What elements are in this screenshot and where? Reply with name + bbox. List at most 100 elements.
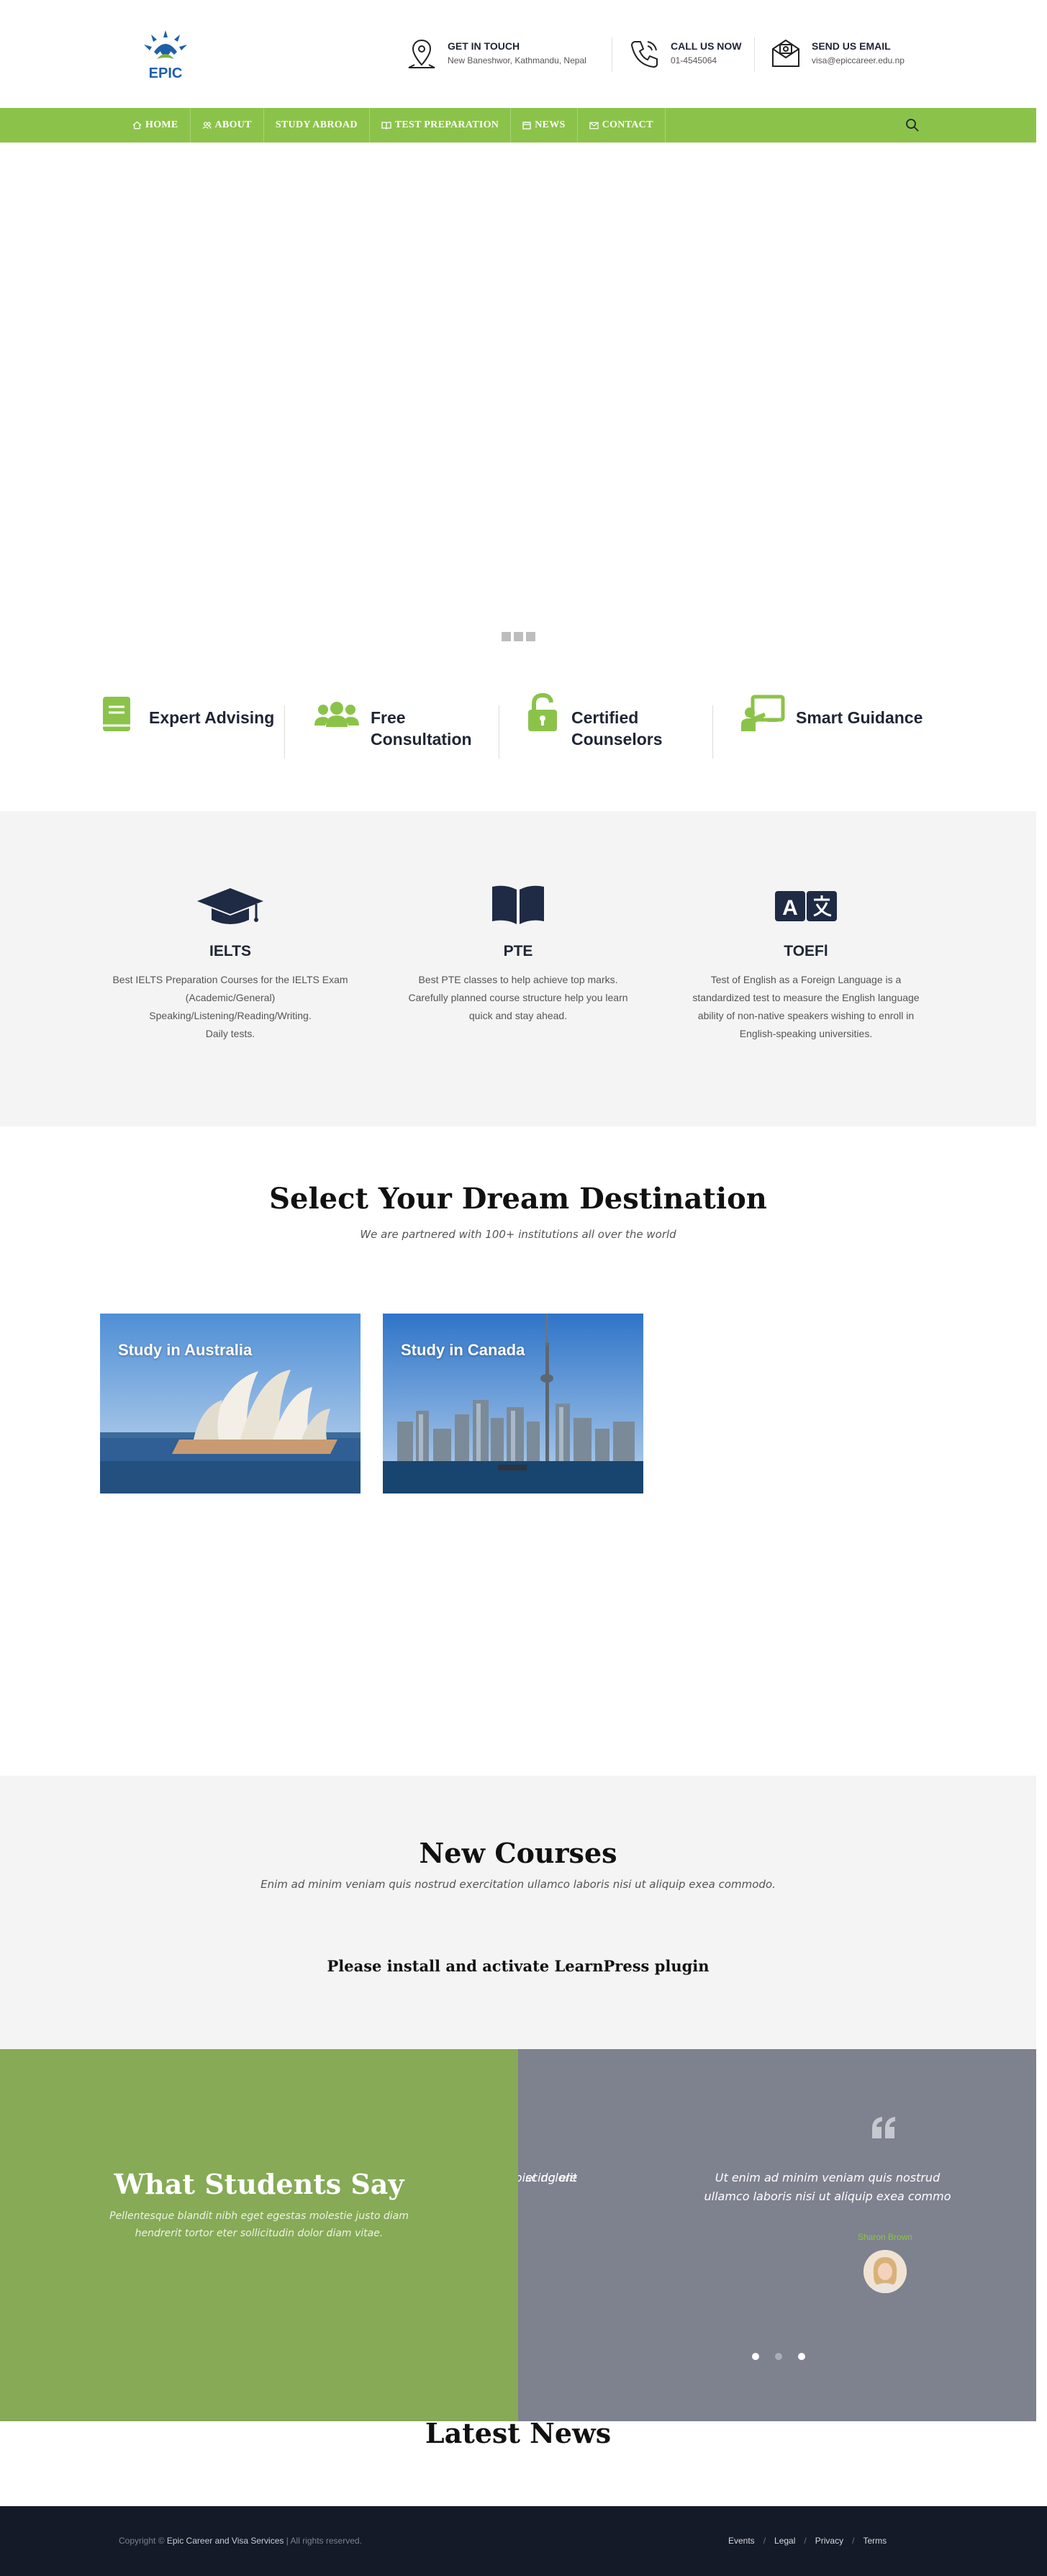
avatar — [864, 2250, 907, 2293]
testimonial-previous-slide: piscing elit et dolore — [518, 2169, 577, 2212]
desc-line: Carefully planned course structure help … — [408, 992, 628, 1003]
desc-line: Speaking/Listening/Reading/Writing. — [149, 1010, 312, 1021]
feature-smart-guidance: Smart Guidance — [740, 691, 923, 734]
main-nav: HOME ABOUT STUDY ABROAD TEST PREPARATION… — [0, 108, 1036, 143]
test-name: IELTS — [209, 943, 251, 959]
desc-line: Test of English as a Foreign Language is… — [710, 974, 902, 985]
logo-text: EPIC — [149, 65, 183, 81]
footer-link-terms[interactable]: Terms — [863, 2536, 887, 2546]
desc-line: Best IELTS Preparation Courses for the I… — [112, 974, 348, 985]
section-title-courses: New Courses — [419, 1837, 617, 1869]
destination-card-australia[interactable]: Study in Australia — [100, 1314, 361, 1493]
separator: / — [763, 2536, 766, 2546]
desc-line: (Academic/General) — [185, 992, 276, 1003]
testimonial-author: Sharon Brown — [857, 2232, 913, 2242]
footer-brand-link[interactable]: Epic Career and Visa Services — [167, 2536, 284, 2546]
nav-item-contact[interactable]: CONTACT — [578, 108, 666, 143]
footer-link-events[interactable]: Events — [728, 2536, 755, 2546]
map-pin-icon — [408, 39, 435, 68]
feature-title: Smart Guidance — [796, 708, 923, 727]
test-preparation-section: IELTS Best IELTS Preparation Courses for… — [0, 811, 1036, 1126]
divider — [284, 705, 285, 759]
feature-expert-advising: Expert Advising — [99, 691, 274, 734]
hero-slider — [0, 143, 1036, 661]
desc-line: English-speaking universities. — [739, 1028, 873, 1039]
quote-icon — [872, 2117, 895, 2138]
graduation-cap-icon — [197, 888, 263, 924]
carousel-dot[interactable] — [798, 2353, 805, 2360]
card-label: Study in Canada — [401, 1341, 525, 1359]
contact-title: GET IN TOUCH — [448, 40, 520, 52]
nav-label: ABOUT — [214, 119, 252, 130]
home-icon — [132, 121, 142, 130]
nav-item-home[interactable]: HOME — [121, 108, 191, 143]
subtitle-line: Pellentesque blandit nibh eget egestas m… — [109, 2210, 409, 2222]
unlock-icon — [528, 692, 557, 731]
divider — [712, 705, 713, 759]
feature-title: Certified Counselors — [571, 708, 663, 749]
search-icon[interactable] — [905, 118, 920, 132]
desc-line: Daily tests. — [205, 1028, 255, 1039]
nav-item-study-abroad[interactable]: STUDY ABROAD — [264, 108, 370, 143]
carousel-dots — [752, 2353, 805, 2360]
test-description: Test of English as a Foreign Language is… — [676, 971, 935, 1043]
nav-label: NEWS — [535, 119, 566, 130]
desc-line: standardized test to measure the English… — [692, 992, 920, 1003]
nav-label: HOME — [145, 119, 178, 130]
feature-title: Free Consultation — [371, 708, 472, 749]
translate-icon: A — [775, 891, 837, 921]
carousel-dot[interactable] — [752, 2353, 759, 2360]
book-open-icon — [381, 122, 391, 130]
site-logo[interactable]: EPIC — [135, 27, 196, 82]
carousel-dot[interactable] — [775, 2353, 782, 2360]
test-name: TOEFl — [784, 943, 828, 959]
contact-value[interactable]: visa@epiccareer.edu.np — [812, 55, 905, 65]
section-subtitle-testimonials: Pellentesque blandit nibh eget egestas m… — [79, 2207, 439, 2242]
footer-link-privacy[interactable]: Privacy — [815, 2536, 843, 2546]
testimonial-carousel[interactable]: piscing elit et dolore Ut enim ad minim … — [518, 2049, 1036, 2421]
users-icon — [201, 122, 212, 130]
separator: / — [852, 2536, 855, 2546]
destination-card-canada[interactable]: Study in Canada — [383, 1314, 643, 1493]
section-title-destinations: Select Your Dream Destination — [269, 1182, 767, 1216]
test-description: Best PTE classes to help achieve top mar… — [389, 971, 648, 1025]
section-title-testimonials: What Students Say — [114, 2168, 404, 2200]
nav-item-test-preparation[interactable]: TEST PREPARATION — [370, 108, 512, 143]
contact-send-email: SEND US EMAIL visa@epiccareer.edu.np — [769, 36, 905, 71]
contact-title: SEND US EMAIL — [812, 40, 891, 52]
envelope-icon — [772, 39, 799, 67]
separator: / — [804, 2536, 807, 2546]
nav-item-news[interactable]: NEWS — [511, 108, 578, 143]
section-subtitle-destinations: We are partnered with 100+ institutions … — [360, 1228, 676, 1241]
nav-label: STUDY ABROAD — [275, 119, 358, 130]
quote-line: Ut enim ad minim veniam quis nostrud — [715, 2171, 941, 2184]
contact-value: New Baneshwor, Kathmandu, Nepal — [448, 55, 586, 65]
open-book-icon — [492, 885, 544, 924]
quote-line: ullamco laboris nisi ut aliquip exea com… — [704, 2189, 951, 2203]
book-icon — [103, 697, 130, 731]
nav-label: CONTACT — [602, 119, 653, 130]
copyright-suffix: | All rights reserved. — [284, 2536, 362, 2546]
subtitle-line: hendrerit tortor eter sollicitudin dolor… — [135, 2228, 384, 2239]
contact-call-us: CALL US NOW 01-4545064 — [627, 36, 742, 71]
footer-link-legal[interactable]: Legal — [774, 2536, 795, 2546]
desc-line: Best PTE classes to help achieve top mar… — [418, 974, 618, 985]
section-subtitle-courses: Enim ad minim veniam quis nostrud exerci… — [260, 1878, 776, 1891]
copyright-prefix: Copyright © — [119, 2536, 167, 2546]
testimonials-intro: What Students Say Pellentesque blandit n… — [0, 2049, 518, 2421]
test-description: Best IELTS Preparation Courses for the I… — [101, 971, 360, 1043]
contact-get-in-touch: GET IN TOUCH New Baneshwor, Kathmandu, N… — [404, 36, 586, 71]
quote-line: et dolore — [525, 2171, 577, 2184]
card-label: Study in Australia — [118, 1341, 253, 1359]
nav-label: TEST PREPARATION — [394, 119, 499, 130]
nav-item-about[interactable]: ABOUT — [191, 108, 264, 143]
feature-certified-counselors: Certified Counselors — [524, 691, 663, 750]
desc-line: ability of non-native speakers wishing t… — [697, 1010, 915, 1021]
footer-links: Events / Legal / Privacy / Terms — [728, 2536, 887, 2546]
users-group-icon — [314, 702, 359, 727]
contact-value[interactable]: 01-4545064 — [671, 55, 742, 65]
site-footer: Copyright © Epic Career and Visa Service… — [0, 2506, 1047, 2576]
section-title-news: Latest News — [425, 2417, 612, 2449]
mail-icon — [589, 122, 599, 129]
slider-loading-indicator — [502, 632, 535, 641]
